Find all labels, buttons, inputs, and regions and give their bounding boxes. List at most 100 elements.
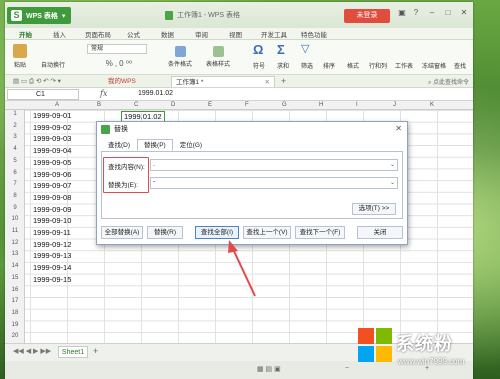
column-header[interactable]: H <box>319 102 323 108</box>
replace-input[interactable]: - ⌄ <box>150 177 398 189</box>
conditional-format-button[interactable]: 条件格式 <box>163 46 197 68</box>
cell-a12[interactable]: 1999-09-12 <box>33 240 71 249</box>
tab-find[interactable]: 查找(D) <box>101 139 137 151</box>
tab-home[interactable]: 开始 <box>19 29 32 39</box>
find-input[interactable]: . ⌄ <box>150 159 398 171</box>
row-header[interactable]: 4 <box>5 146 25 152</box>
tab-replace[interactable]: 替换(P) <box>137 139 173 151</box>
row-header[interactable]: 12 <box>5 240 25 246</box>
tab-workbook[interactable]: 工作簿1 * ✕ <box>171 76 275 87</box>
row-header[interactable]: 8 <box>5 193 25 199</box>
column-header[interactable]: J <box>393 102 396 108</box>
cell-a11[interactable]: 1999-09-11 <box>33 228 71 237</box>
chevron-down-icon[interactable]: ⌄ <box>390 160 395 170</box>
cell-a15[interactable]: 1999-09-15 <box>33 275 71 284</box>
row-header[interactable]: 6 <box>5 170 25 176</box>
table-style-button[interactable]: 表格样式 <box>201 46 235 68</box>
column-header[interactable]: D <box>171 102 175 108</box>
row-header[interactable]: 18 <box>5 310 25 316</box>
row-header[interactable]: 2 <box>5 123 25 129</box>
add-sheet-icon[interactable]: + <box>93 346 98 356</box>
cell-a2[interactable]: 1999-09-02 <box>33 123 71 132</box>
sheet-tab-sheet1[interactable]: Sheet1 <box>58 346 88 358</box>
row-header[interactable]: 11 <box>5 228 25 234</box>
find-previous-button[interactable]: 查找上一个(V) <box>243 226 291 239</box>
row-header[interactable]: 9 <box>5 205 25 211</box>
row-header[interactable]: 1 <box>5 111 25 117</box>
replace-button[interactable]: 替换(R) <box>147 226 183 239</box>
formula-input[interactable]: 1999.01.02 <box>138 90 173 97</box>
sum-button[interactable]: 求和 <box>271 61 295 70</box>
cell-a1[interactable]: 1999-09-01 <box>33 111 71 120</box>
tab-my-wps[interactable]: 我的WPS <box>104 76 140 87</box>
row-header[interactable]: 3 <box>5 134 25 140</box>
tab-formulas[interactable]: 公式 <box>127 29 140 39</box>
filter-button[interactable]: 筛选 <box>295 61 319 70</box>
cell-a13[interactable]: 1999-09-13 <box>33 251 71 260</box>
tab-close-icon[interactable]: ✕ <box>265 77 270 88</box>
column-header[interactable]: G <box>282 102 287 108</box>
replace-all-button[interactable]: 全部替换(A) <box>101 226 143 239</box>
cell-a8[interactable]: 1999-09-08 <box>33 193 71 202</box>
sort-button[interactable]: 排序 <box>317 61 341 70</box>
number-format-select[interactable]: 常规 <box>87 44 147 54</box>
row-header[interactable]: 20 <box>5 333 25 339</box>
tab-goto[interactable]: 定位(G) <box>173 139 209 151</box>
find-button[interactable]: 查找 <box>449 61 471 70</box>
options-button[interactable]: 选项(T) >> <box>352 203 396 215</box>
tab-developer[interactable]: 开发工具 <box>261 29 287 39</box>
wrap-text-button[interactable]: 自动换行 <box>35 60 71 69</box>
tab-special[interactable]: 特色功能 <box>301 29 327 39</box>
minimize-icon[interactable]: – <box>425 8 439 17</box>
maximize-icon[interactable]: □ <box>441 8 455 17</box>
column-header[interactable]: F <box>245 102 249 108</box>
number-format-icons[interactable]: % ‚ 0 ⁰⁰ <box>89 59 149 68</box>
chevron-down-icon[interactable]: ⌄ <box>390 178 395 188</box>
paste-button[interactable]: 粘贴 <box>9 44 31 69</box>
cell-a6[interactable]: 1999-09-06 <box>33 170 71 179</box>
search-command-input[interactable]: ⌕ 点此查找命令 <box>428 77 469 87</box>
row-header[interactable]: 5 <box>5 158 25 164</box>
quick-access-icons[interactable]: ▤ ▭ ⎙ ⟲ ↶ ↷ ▾ <box>9 76 65 87</box>
help-icon[interactable]: ? <box>409 8 423 17</box>
dialog-close-icon[interactable]: ✕ <box>395 124 402 133</box>
cell-a7[interactable]: 1999-09-07 <box>33 181 71 190</box>
row-header[interactable]: 14 <box>5 263 25 269</box>
close-button[interactable]: 关闭 <box>357 226 403 239</box>
cell-a9[interactable]: 1999-09-09 <box>33 205 71 214</box>
column-header[interactable]: E <box>208 102 212 108</box>
tab-review[interactable]: 审阅 <box>195 29 208 39</box>
cell-a10[interactable]: 1999-09-10 <box>33 216 71 225</box>
find-next-button[interactable]: 查找下一个(F) <box>295 226 345 239</box>
row-header[interactable]: 19 <box>5 322 25 328</box>
row-col-button[interactable]: 行和列 <box>365 61 391 70</box>
tab-insert[interactable]: 插入 <box>53 29 66 39</box>
fx-icon[interactable]: fx <box>100 89 107 98</box>
tab-data[interactable]: 数据 <box>161 29 174 39</box>
login-button[interactable]: 未登录 <box>344 9 390 23</box>
skin-icon[interactable]: ▣ <box>395 8 409 17</box>
cell-a3[interactable]: 1999-09-03 <box>33 134 71 143</box>
worksheet-button[interactable]: 工作表 <box>391 61 417 70</box>
cell-a14[interactable]: 1999-09-14 <box>33 263 71 272</box>
column-header[interactable]: B <box>97 102 101 108</box>
close-icon[interactable]: ✕ <box>457 8 471 17</box>
tab-page-layout[interactable]: 页面布局 <box>85 29 111 39</box>
column-header[interactable]: A <box>55 102 59 108</box>
column-header[interactable]: I <box>356 102 358 108</box>
column-header[interactable]: K <box>430 102 434 108</box>
row-header[interactable]: 17 <box>5 298 25 304</box>
sheet-nav-icons[interactable]: ◀◀ ◀ ▶ ▶▶ <box>13 347 51 355</box>
row-header[interactable]: 15 <box>5 275 25 281</box>
symbol-button[interactable]: 符号 <box>247 61 271 70</box>
view-mode-icons[interactable]: ▦ ▤ ▣ <box>257 365 281 373</box>
row-header[interactable]: 10 <box>5 216 25 222</box>
find-all-button[interactable]: 查找全部(I) <box>195 226 239 239</box>
tab-view[interactable]: 视图 <box>229 29 242 39</box>
row-header[interactable]: 7 <box>5 181 25 187</box>
column-header[interactable]: C <box>134 102 138 108</box>
format-button[interactable]: 格式 <box>341 61 365 70</box>
name-box[interactable]: C1 <box>7 89 79 100</box>
zoom-out-icon[interactable]: − <box>345 365 349 372</box>
app-menu-button[interactable]: S WPS 表格 ▾ <box>7 7 71 24</box>
